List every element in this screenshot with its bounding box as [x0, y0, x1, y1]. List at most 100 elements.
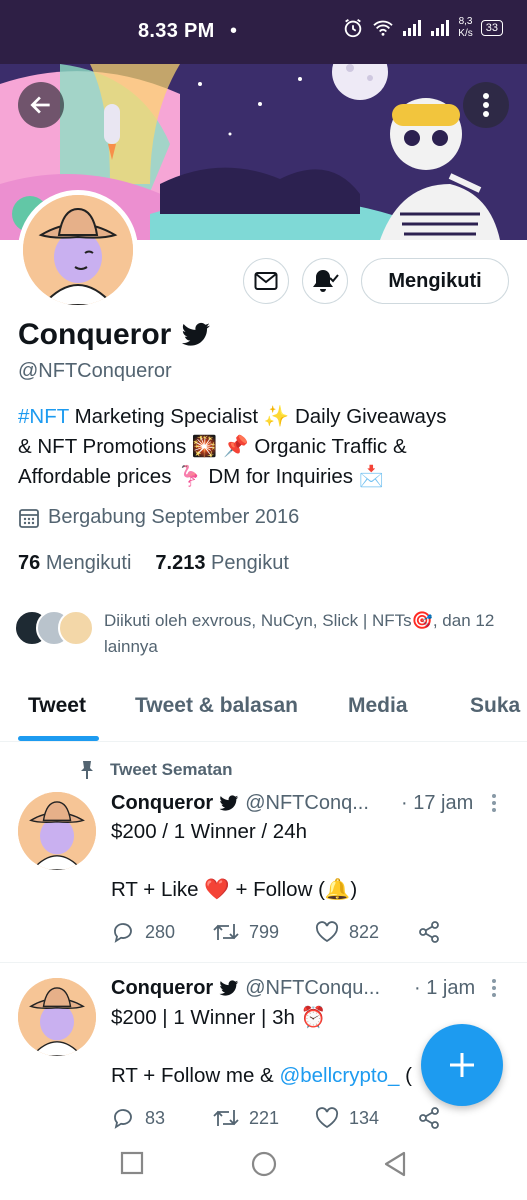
tweet-author-handle: @NFTConq... [245, 792, 369, 814]
back-nav-icon[interactable] [383, 1151, 407, 1177]
tweet-actions: 280 799 822 [111, 920, 441, 944]
status-time: 8.33 PM [138, 20, 215, 42]
reply-count: 280 [145, 921, 176, 942]
profile-tabs: Tweet Tweet & balasan Media Suka [0, 680, 527, 742]
net-speed: 8,3 K/s [458, 16, 472, 40]
followed-by-row[interactable]: Diikuti oleh exvrous, NuCyn, Slick | NFT… [14, 608, 514, 660]
tweet-time-wrap: · 1 jam [414, 977, 475, 1000]
twitter-bird-icon [219, 980, 239, 996]
tweet-avatar[interactable] [18, 978, 96, 1056]
tweet-time-wrap: · 17 jam [401, 792, 473, 815]
mutual-avatar-3 [58, 610, 94, 646]
tweet-author-handle: @NFTConqu... [245, 977, 381, 999]
twitter-bird-icon [182, 322, 211, 346]
tweet-avatar[interactable] [18, 792, 96, 870]
tweet-more-icon[interactable] [490, 792, 498, 814]
tweet-text-prefix: RT + Follow me & [111, 1064, 280, 1087]
retweet-icon [213, 1110, 239, 1126]
followed-by-text: Diikuti oleh exvrous, NuCyn, Slick | NFT… [104, 611, 495, 656]
wifi-icon [373, 20, 393, 36]
mention-link[interactable]: @bellcrypto_ [279, 1064, 399, 1087]
status-dot: • [230, 20, 238, 42]
like-count: 134 [349, 1107, 380, 1128]
profile-stats: 76 Mengikuti 7.213 Pengikut [18, 552, 289, 575]
bell-check-icon [313, 270, 339, 292]
retweet-button[interactable]: 799 [213, 920, 315, 944]
share-icon [419, 1107, 439, 1129]
message-button[interactable] [243, 258, 289, 304]
profile-avatar[interactable] [18, 190, 138, 310]
tweet-time: · 1 jam [414, 977, 476, 999]
followers-count: 7.213 [155, 552, 206, 574]
calendar-icon [19, 508, 39, 528]
notifications-button[interactable] [302, 258, 348, 304]
tweet-author-name[interactable]: Conqueror [111, 792, 213, 815]
reply-icon [114, 1109, 132, 1129]
home-icon[interactable] [250, 1150, 278, 1178]
tweet-text-line-1: $200 / 1 Winner / 24h [111, 820, 308, 843]
more-options-button[interactable] [463, 82, 509, 128]
envelope-icon [254, 272, 278, 290]
tweet-text-line-1: $200 | 1 Winner | 3h ⏰ [111, 1006, 327, 1029]
tweet-avatar-illustration [18, 792, 96, 870]
back-button[interactable] [18, 82, 64, 128]
more-vertical-icon [483, 93, 489, 117]
heart-icon [315, 921, 339, 943]
following-count: 76 [18, 552, 41, 574]
like-button[interactable]: 822 [315, 920, 417, 944]
pin-icon [81, 761, 93, 779]
bio-hashtag-link[interactable]: #NFT [18, 405, 69, 428]
following-label: Mengikuti [45, 552, 132, 574]
system-nav-bar [0, 1135, 527, 1200]
tab-tweets[interactable]: Tweet [28, 694, 86, 718]
profile-bio: #NFT Marketing Specialist ✨ Daily Giveaw… [18, 402, 488, 492]
following-button[interactable]: Mengikuti [361, 258, 509, 304]
reply-button[interactable]: 280 [111, 920, 213, 944]
tweet-header: Conqueror @NFTConqu... [111, 977, 380, 1000]
followers-stat[interactable]: 7.213 Pengikut [155, 552, 288, 575]
share-icon [419, 921, 439, 943]
heart-icon [315, 1107, 339, 1129]
following-stat[interactable]: 76 Mengikuti [18, 552, 131, 575]
pinned-text: Tweet Sematan [110, 760, 233, 779]
tweet-author-name[interactable]: Conqueror [111, 977, 213, 1000]
share-button[interactable] [417, 1106, 441, 1130]
recent-apps-icon[interactable] [120, 1151, 144, 1175]
battery-icon: 33 [480, 20, 503, 36]
bio-line-2: & NFT Promotions 🎇 📌 Organic Traffic & [18, 435, 407, 458]
joined-date: Bergabung September 2016 [48, 506, 300, 528]
retweet-icon [213, 924, 239, 940]
share-button[interactable] [417, 920, 441, 944]
plus-icon [450, 1053, 474, 1077]
net-speed-unit: K/s [458, 28, 473, 39]
bio-line-1: Marketing Specialist ✨ Daily Giveaways [68, 405, 447, 428]
reply-icon [114, 923, 132, 943]
reply-button[interactable]: 83 [111, 1106, 213, 1130]
signal-icon [403, 20, 422, 36]
profile-handle: @NFTConqueror [18, 360, 172, 382]
alarm-icon [345, 18, 362, 38]
tweet-text-suffix: ( [399, 1064, 412, 1087]
bio-line-3: Affordable prices 🦩 DM for Inquiries 📩 [18, 465, 385, 488]
profile-name: Conqueror [18, 318, 172, 351]
profile-name-row: Conqueror [18, 318, 211, 352]
tweet-actions: 83 221 134 [111, 1106, 441, 1130]
tweet-text-line-2: RT + Follow me & @bellcrypto_ ( [111, 1064, 412, 1088]
joined-date-row: Bergabung September 2016 [18, 506, 299, 529]
like-button[interactable]: 134 [315, 1106, 417, 1130]
retweet-button[interactable]: 221 [213, 1106, 315, 1130]
compose-tweet-button[interactable] [421, 1024, 503, 1106]
status-bar: 8.33 PM • 8,3 K/s 33 [0, 0, 527, 64]
mutual-follower-avatars [14, 608, 94, 648]
tweet-more-icon[interactable] [490, 977, 498, 999]
tab-media[interactable]: Media [348, 694, 408, 718]
tweet-text-line-2: RT + Like ❤️ + Follow (🔔) [111, 878, 358, 901]
tab-likes[interactable]: Suka [470, 694, 520, 718]
tweet-time: · 17 jam [401, 792, 474, 814]
avatar-illustration [23, 195, 133, 305]
tweet-avatar-illustration [18, 978, 96, 1056]
net-speed-value: 8,3 [458, 16, 473, 27]
like-count: 822 [349, 921, 380, 942]
twitter-bird-icon [219, 795, 239, 811]
tab-tweets-replies[interactable]: Tweet & balasan [135, 694, 298, 718]
